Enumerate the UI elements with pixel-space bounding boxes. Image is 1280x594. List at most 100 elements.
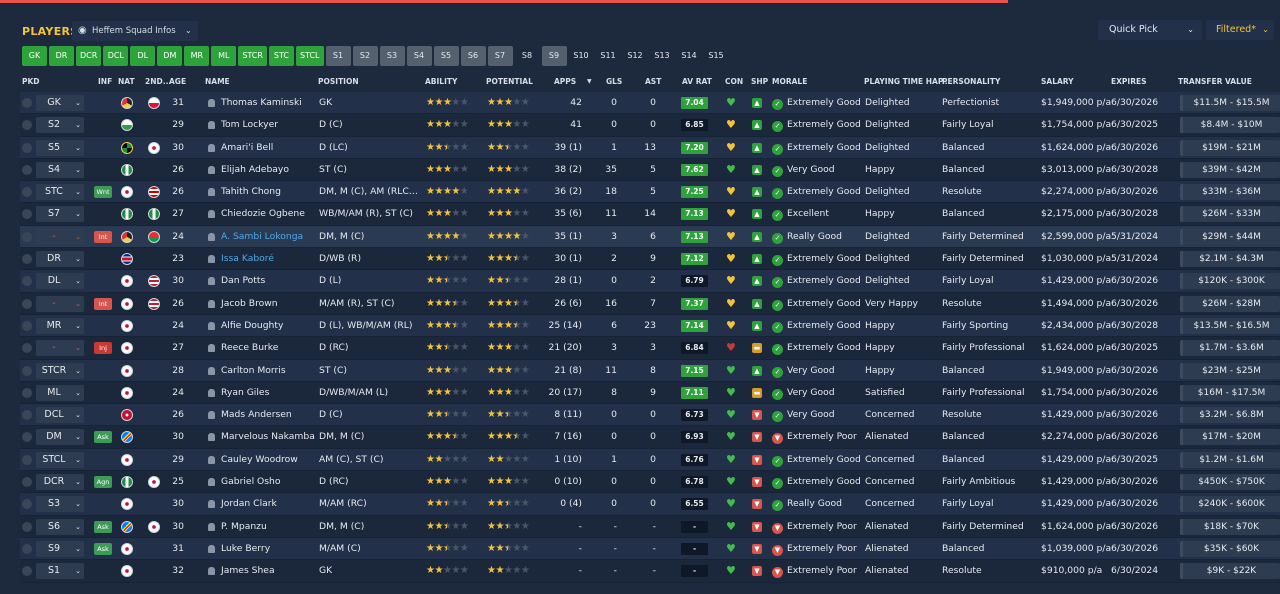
col-apps[interactable]: APPS: [554, 77, 576, 86]
picked-position-dropdown[interactable]: DCR ⌄: [36, 474, 84, 491]
picked-position-dropdown[interactable]: S5 ⌄: [36, 139, 84, 156]
transfer-value-button[interactable]: $23M - $25M: [1180, 362, 1280, 379]
position-pill[interactable]: MR: [184, 46, 210, 66]
transfer-value-button[interactable]: $2.1M - $4.3M: [1180, 251, 1280, 268]
position-pill[interactable]: S5: [433, 46, 459, 66]
position-pill[interactable]: S9: [541, 46, 567, 66]
table-row[interactable]: S6 ⌄ Ask 30 P. Mpanzu DM, M (C) ★★★★★ ★★★…: [20, 515, 1280, 538]
player-name-link[interactable]: Thomas Kaminski: [221, 92, 302, 113]
position-pill[interactable]: S11: [595, 46, 621, 66]
select-radio[interactable]: [22, 387, 32, 398]
player-name-link[interactable]: Jacob Brown: [221, 293, 278, 314]
picked-position-dropdown[interactable]: DCL ⌄: [36, 407, 84, 424]
position-pill[interactable]: S8: [514, 46, 540, 66]
table-row[interactable]: MR ⌄ 24 Alfie Doughty D (L), WB/M/AM (RL)…: [20, 314, 1280, 338]
player-name-link[interactable]: Mads Andersen: [221, 404, 292, 425]
table-row[interactable]: S4 ⌄ 26 Elijah Adebayo ST (C) ★★★★★ ★★★★★…: [20, 158, 1280, 182]
player-name-link[interactable]: James Shea: [221, 560, 275, 581]
view-selector[interactable]: ◉ Heffem Squad Infos ⌄: [72, 21, 198, 41]
transfer-value-button[interactable]: $35K - $60K: [1180, 540, 1280, 557]
transfer-value-button[interactable]: $1.7M - $3.6M: [1180, 340, 1280, 357]
transfer-value-button[interactable]: $33M - $36M: [1180, 184, 1280, 201]
position-pill[interactable]: STC: [268, 46, 294, 66]
position-pill[interactable]: DL: [130, 46, 156, 66]
player-name-link[interactable]: Marvelous Nakamba: [221, 426, 315, 447]
transfer-value-button[interactable]: $11.5M - $15.5M: [1180, 95, 1280, 111]
player-name-link[interactable]: Issa Kaboré: [221, 248, 274, 269]
picked-position-dropdown[interactable]: - ⌄: [36, 295, 84, 312]
table-row[interactable]: S2 ⌄ 29 Tom Lockyer D (C) ★★★★★ ★★★★★ 41 …: [20, 114, 1280, 137]
transfer-value-button[interactable]: $240K - $600K: [1180, 496, 1280, 513]
transfer-value-button[interactable]: $13.5M - $16.5M: [1180, 317, 1280, 334]
col-con[interactable]: CON: [725, 77, 743, 86]
select-radio[interactable]: [22, 142, 32, 153]
col-age[interactable]: AGE: [169, 77, 186, 86]
select-radio[interactable]: [22, 454, 32, 465]
select-radio[interactable]: [22, 477, 32, 488]
select-radio[interactable]: [22, 120, 32, 131]
col-name[interactable]: NAME: [205, 77, 230, 86]
player-name-link[interactable]: Ryan Giles: [221, 382, 269, 403]
picked-position-dropdown[interactable]: S7 ⌄: [36, 206, 84, 223]
transfer-value-button[interactable]: $39M - $42M: [1180, 161, 1280, 178]
position-pill[interactable]: S1: [325, 46, 351, 66]
select-radio[interactable]: [22, 98, 32, 108]
picked-position-dropdown[interactable]: DL ⌄: [36, 273, 84, 290]
picked-position-dropdown[interactable]: GK ⌄: [36, 95, 84, 111]
player-name-link[interactable]: Elijah Adebayo: [221, 159, 289, 180]
table-row[interactable]: GK ⌄ 31 Thomas Kaminski GK ★★★★★ ★★★★★ 42…: [20, 92, 1280, 115]
picked-position-dropdown[interactable]: S4 ⌄: [36, 161, 84, 178]
select-radio[interactable]: [22, 410, 32, 421]
select-radio[interactable]: [22, 164, 32, 175]
position-pill[interactable]: STCR: [238, 46, 267, 66]
select-radio[interactable]: [22, 543, 32, 554]
table-row[interactable]: S5 ⌄ 30 Amari'i Bell D (LC) ★★★★★ ★★★★★ 3…: [20, 136, 1280, 159]
picked-position-dropdown[interactable]: ML ⌄: [36, 384, 84, 401]
select-radio[interactable]: [22, 365, 32, 376]
position-pill[interactable]: S15: [703, 46, 729, 66]
picked-position-dropdown[interactable]: - ⌄: [36, 228, 84, 245]
transfer-value-button[interactable]: $1.2M - $1.6M: [1180, 451, 1280, 468]
table-row[interactable]: DM ⌄ Ask 30 Marvelous Nakamba DM, M (C) ★…: [20, 426, 1280, 449]
col-shp[interactable]: SHP: [751, 77, 768, 86]
col-nat[interactable]: NAT: [118, 77, 135, 86]
position-pill[interactable]: S3: [379, 46, 405, 66]
select-radio[interactable]: [22, 298, 32, 309]
player-name-link[interactable]: Alfie Doughty: [221, 315, 283, 336]
position-pill[interactable]: DCR: [76, 46, 102, 66]
transfer-value-button[interactable]: $26M - $28M: [1180, 295, 1280, 312]
player-name-link[interactable]: Jordan Clark: [221, 493, 277, 514]
select-radio[interactable]: [22, 432, 32, 443]
position-pill[interactable]: S10: [568, 46, 594, 66]
position-pill[interactable]: ML: [211, 46, 237, 66]
col-expires[interactable]: EXPIRES: [1111, 77, 1147, 86]
picked-position-dropdown[interactable]: S2 ⌄: [36, 117, 84, 134]
col-pkd[interactable]: PKD: [22, 77, 40, 86]
picked-position-dropdown[interactable]: S3 ⌄: [36, 496, 84, 513]
select-radio[interactable]: [22, 521, 32, 532]
select-radio[interactable]: [22, 209, 32, 220]
picked-position-dropdown[interactable]: STCL ⌄: [36, 451, 84, 468]
transfer-value-button[interactable]: $8.4M - $10M: [1180, 117, 1280, 134]
picked-position-dropdown[interactable]: S6 ⌄: [36, 518, 84, 535]
transfer-value-button[interactable]: $16M - $17.5M: [1180, 384, 1280, 401]
table-row[interactable]: DCL ⌄ 26 Mads Andersen D (C) ★★★★★ ★★★★★ …: [20, 404, 1280, 427]
table-row[interactable]: DL ⌄ 30 Dan Potts D (L) ★★★★★ ★★★★★ 28 (1…: [20, 270, 1280, 293]
player-name-link[interactable]: A. Sambi Lokonga: [221, 226, 303, 247]
quick-pick-button[interactable]: Quick Pick ⌄: [1098, 20, 1202, 40]
col-avrat[interactable]: AV RAT: [682, 77, 712, 86]
select-radio[interactable]: [22, 187, 32, 198]
transfer-value-button[interactable]: $9K - $22K: [1180, 563, 1280, 580]
col-second-nat[interactable]: 2ND...: [145, 77, 171, 86]
position-pill[interactable]: GK: [22, 46, 47, 66]
select-radio[interactable]: [22, 320, 32, 331]
transfer-value-button[interactable]: $450K - $750K: [1180, 474, 1280, 491]
position-pill[interactable]: DM: [157, 46, 183, 66]
position-pill[interactable]: S7: [487, 46, 513, 66]
filter-button[interactable]: Filtered* ⌄: [1206, 20, 1274, 40]
table-row[interactable]: DCR ⌄ Agn 25 Gabriel Osho D (RC) ★★★★★ ★★…: [20, 471, 1280, 494]
select-radio[interactable]: [22, 276, 32, 287]
select-radio[interactable]: [22, 499, 32, 510]
player-name-link[interactable]: Reece Burke: [221, 337, 278, 358]
table-row[interactable]: S7 ⌄ 27 Chiedozie Ogbene WB/M/AM (R), ST …: [20, 203, 1280, 226]
